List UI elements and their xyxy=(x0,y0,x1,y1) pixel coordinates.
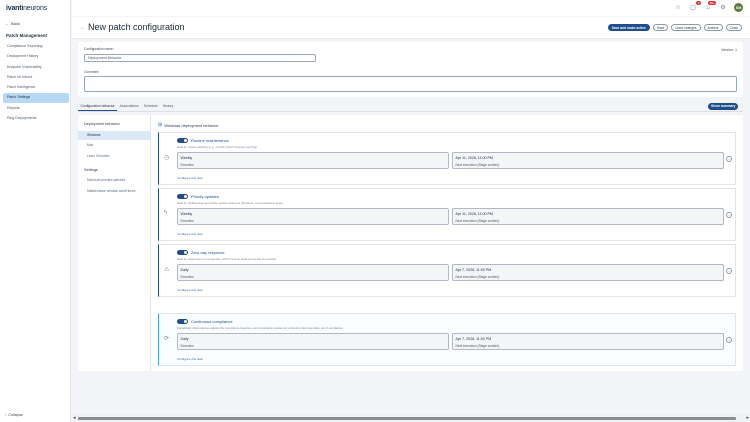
frequency-field[interactable]: Daily Executes xyxy=(177,264,449,281)
next-execution-field[interactable]: Apr 11, 2028, 11:00 PM Next execution (St… xyxy=(452,208,724,225)
alerts-badge: 99+ xyxy=(708,0,716,5)
comment-input[interactable] xyxy=(84,76,737,92)
comment-label: Comment: xyxy=(84,70,100,74)
windows-icon: ⊞ xyxy=(158,122,163,128)
avatar[interactable]: SM xyxy=(734,3,743,12)
next-execution-field[interactable]: Apr 7, 2028, 11:00 PM Next execution (Sta… xyxy=(452,264,724,281)
sidebar-item-patch-intelligence[interactable]: Patch Intelligence xyxy=(3,83,69,93)
expand-icon[interactable]: → xyxy=(726,268,732,274)
notifications-icon[interactable]: ▢ 9 xyxy=(689,0,701,12)
ivanti-logo[interactable]: ivantineurons xyxy=(6,5,47,12)
zero-day-response-toggle[interactable] xyxy=(177,250,188,255)
page-title: New patch configuration xyxy=(88,22,185,32)
gear-icon[interactable]: ⚙ xyxy=(719,4,727,12)
expand-icon[interactable]: → xyxy=(726,156,732,162)
sidebar-item-compliance-reporting[interactable]: Compliance Reporting xyxy=(3,42,69,52)
nav-linux-overview[interactable]: Linux Overview xyxy=(78,152,151,161)
star-icon[interactable]: ☆ xyxy=(674,4,682,12)
priority-updates-toggle[interactable] xyxy=(177,194,188,199)
panel-description: Ideal for updates that need faster updat… xyxy=(177,201,283,205)
horizontal-scrollbar[interactable]: ◂ ▸ xyxy=(72,414,750,422)
back-arrow-icon[interactable]: ← xyxy=(80,25,85,31)
top-bar: ☆ ▢ 9 ♫ 99+ ⚙ SM xyxy=(72,0,750,16)
continuous-compliance-panel: Continuous compliance Periodically check… xyxy=(158,313,736,366)
frequency-field[interactable]: Daily Executes xyxy=(177,333,449,350)
scroll-left-icon[interactable]: ◂ xyxy=(73,415,76,421)
version-label: Version: 1 xyxy=(721,48,737,52)
panel-title: Continuous compliance xyxy=(191,319,233,324)
configure-task-link[interactable]: Configure this task xyxy=(177,232,203,236)
nav-microsoft-preview-patches[interactable]: Microsoft preview patches xyxy=(78,176,151,185)
priority-updates-panel: Priority updates Ideal for updates that … xyxy=(158,188,736,241)
frequency-field[interactable]: Weekly Executes xyxy=(177,208,449,225)
configure-task-link[interactable]: Configure this task xyxy=(177,176,203,180)
panel-description: Ideal for routine patching (e.g., monthl… xyxy=(177,145,258,149)
sidebar-item-patch-for-intune[interactable]: Patch for Intune xyxy=(3,73,69,83)
configure-task-link[interactable]: Configure this task xyxy=(177,357,203,361)
sidebar-item-reports[interactable]: Reports xyxy=(3,104,69,114)
scroll-right-icon[interactable]: ▸ xyxy=(746,415,749,421)
back-link[interactable]: ← Back xyxy=(5,21,20,26)
nav-windows[interactable]: Windows xyxy=(78,131,151,140)
bell-icon[interactable]: ♫ 99+ xyxy=(704,0,716,12)
routine-maintenance-panel: Routine maintenance Ideal for routine pa… xyxy=(158,132,736,185)
clock-icon: ◷ xyxy=(164,155,170,161)
show-summary-button[interactable]: Show summary xyxy=(708,103,739,110)
sidebar-item-endpoint-vulnerability[interactable]: Endpoint Vulnerability xyxy=(3,63,69,73)
panel-title: Zero-day response xyxy=(191,250,225,255)
sidebar-nav: Compliance Reporting Deployment History … xyxy=(3,42,69,124)
arrow-left-icon: ← xyxy=(5,21,9,26)
windows-behavior-title: ⊞ Windows deployment behavior xyxy=(158,122,219,128)
collapse-button[interactable]: ‹ Collapse xyxy=(5,413,23,417)
continuous-compliance-toggle[interactable] xyxy=(177,319,188,324)
zero-day-response-panel: Zero-day response Ideal for responses to… xyxy=(158,244,736,297)
panel-description: Periodically check devices against the C… xyxy=(177,326,343,330)
tab-divider xyxy=(78,110,743,111)
sidebar-item-deployment-history[interactable]: Deployment History xyxy=(3,52,69,62)
settings-title: Settings xyxy=(84,168,98,172)
deployment-behavior-title: Deployment behavior xyxy=(84,122,120,126)
expand-icon[interactable]: → xyxy=(726,212,732,218)
nav-maintenance-window-cutoff[interactable]: Maintenance window cutoff times xyxy=(78,187,151,196)
undo-changes-button[interactable]: Undo changes xyxy=(671,24,701,31)
configuration-form: Configuration name: Version: 1 Deploymen… xyxy=(78,42,743,97)
sync-icon: ⟳ xyxy=(164,336,170,342)
behavior-content: Deployment behavior Windows Mac Linux Ov… xyxy=(78,115,743,371)
panel-title: Priority updates xyxy=(191,194,219,199)
archive-button[interactable]: Archive xyxy=(703,24,723,31)
bolt-icon: ϟ xyxy=(164,210,168,216)
sidebar-item-patch-settings[interactable]: Patch Settings xyxy=(3,93,69,103)
title-bar: ← New patch configuration Save and make … xyxy=(72,17,750,39)
sidebar: ivantineurons ← Back Patch Management Com… xyxy=(0,0,71,422)
save-button[interactable]: Save xyxy=(652,24,669,31)
configuration-name-input[interactable]: Deployment Behavior xyxy=(84,54,316,62)
nav-mac[interactable]: Mac xyxy=(78,141,151,150)
frequency-field[interactable]: Weekly Executes xyxy=(177,152,449,169)
name-label: Configuration name: xyxy=(84,47,114,51)
sidebar-section-title: Patch Management xyxy=(6,33,48,38)
next-execution-field[interactable]: Apr 11, 2028, 11:00 PM Next execution (St… xyxy=(452,152,724,169)
sidebar-item-ring-deployments[interactable]: Ring Deployments xyxy=(3,114,69,124)
panel-title: Routine maintenance xyxy=(191,138,229,143)
chevron-left-icon: ‹ xyxy=(5,413,7,417)
panel-description: Ideal for responses to emergencies, whic… xyxy=(177,257,277,261)
warning-icon: ⚠ xyxy=(164,267,170,273)
configure-task-link[interactable]: Configure this task xyxy=(177,288,203,292)
notifications-badge: 9 xyxy=(696,0,701,5)
scrollbar-thumb[interactable] xyxy=(78,417,736,420)
next-execution-field[interactable]: Apr 7, 2028, 11:00 PM Next execution (Sta… xyxy=(452,333,724,350)
save-and-activate-button[interactable]: Save and make active xyxy=(607,24,650,31)
behavior-nav: Deployment behavior Windows Mac Linux Ov… xyxy=(78,115,151,371)
routine-maintenance-toggle[interactable] xyxy=(177,138,188,143)
close-button[interactable]: Close xyxy=(725,24,742,31)
expand-icon[interactable]: → xyxy=(726,337,732,343)
